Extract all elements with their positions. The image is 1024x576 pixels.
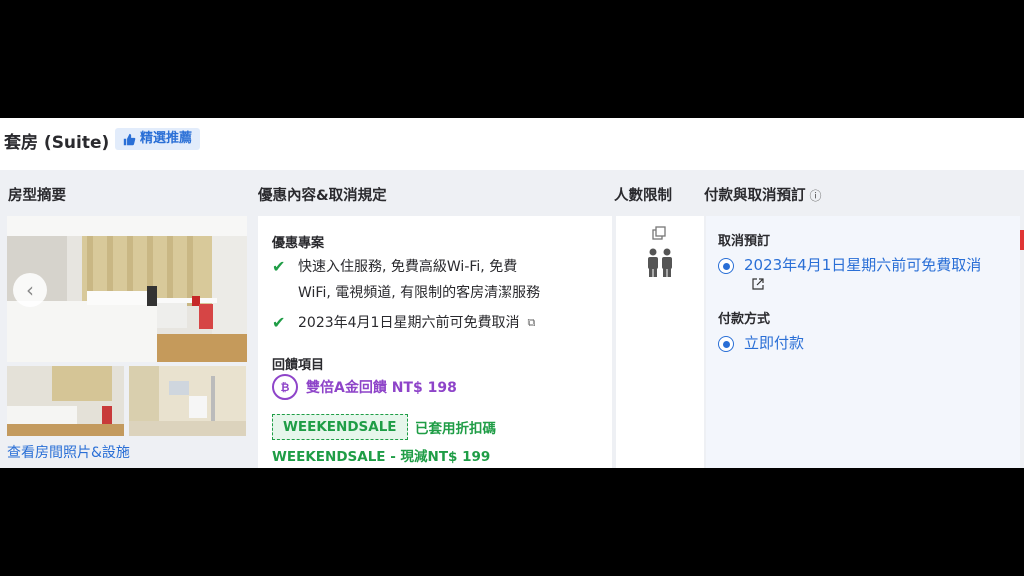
thumbs-up-icon	[123, 133, 136, 145]
external-link-icon[interactable]	[752, 278, 764, 290]
recommended-badge: 精選推薦	[115, 128, 201, 150]
external-link-icon[interactable]: ⧉	[527, 310, 535, 336]
room-gallery: ‹	[7, 216, 247, 436]
benefit-item-continued: WiFi, 電視頻道, 有限制的客房清潔服務	[298, 280, 540, 306]
checkmark-icon: ✔	[272, 313, 286, 332]
checkmark-icon: ✔	[272, 257, 286, 276]
two-people-icon	[648, 248, 672, 277]
benefit-item: ✔ 2023年4月1日星期六前可免費取消 ⧉	[272, 310, 535, 336]
badge-label: 精選推薦	[140, 131, 193, 146]
gallery-thumbnails	[7, 366, 247, 436]
promo-code-tag: WEEKENDSALE	[272, 414, 408, 440]
benefit-text: 快速入住服務, 免費高級Wi-Fi, 免費	[298, 259, 518, 275]
expand-icon[interactable]	[652, 226, 666, 240]
selected-radio-icon	[718, 336, 734, 352]
header-offer: 優惠內容&取消規定	[258, 188, 387, 204]
payment-method-text: 立即付款	[744, 334, 805, 352]
cancel-option-text: 2023年4月1日星期六前可免費取消	[744, 256, 982, 274]
header-payment-label: 付款與取消預訂	[704, 188, 806, 204]
cancel-section-label: 取消預訂	[718, 234, 771, 249]
room-main-photo[interactable]: ‹	[7, 216, 247, 362]
benefit-text: WiFi, 電視頻道, 有限制的客房清潔服務	[298, 285, 541, 301]
benefit-item: ✔ 快速入住服務, 免費高級Wi-Fi, 免費	[272, 254, 517, 280]
room-thumbnail-bedroom[interactable]	[7, 366, 124, 436]
reward-item: ₿ 雙倍A金回饋 NT$ 198	[272, 374, 457, 400]
payment-method-label: 付款方式	[718, 312, 771, 327]
room-title-row: 套房 (Suite) 精選推薦	[0, 118, 1024, 170]
chevron-left-icon: ‹	[26, 278, 34, 302]
room-card: 套房 (Suite) 精選推薦 房型摘要 優惠內容&取消規定 人數限制 付款與取…	[0, 118, 1024, 468]
rewards-section-label: 回饋項目	[272, 358, 325, 373]
offer-panel: 優惠專案 ✔ 快速入住服務, 免費高級Wi-Fi, 免費 WiFi, 電視頻道,…	[258, 216, 612, 468]
reward-text: 雙倍A金回饋 NT$ 198	[306, 380, 457, 396]
info-icon[interactable]: ⓘ	[810, 189, 822, 203]
promo-discount-text: WEEKENDSALE - 現減NT$ 199	[272, 449, 491, 465]
room-thumbnail-bathroom[interactable]	[129, 366, 246, 436]
gallery-prev-button[interactable]: ‹	[13, 273, 47, 307]
header-occupancy: 人數限制	[614, 188, 672, 204]
rate-table: 房型摘要 優惠內容&取消規定 人數限制 付款與取消預訂 ⓘ ‹ 查看房間照片&設…	[0, 170, 1024, 468]
header-payment: 付款與取消預訂 ⓘ	[704, 184, 822, 205]
view-photos-link[interactable]: 查看房間照片&設施	[7, 442, 130, 462]
coin-icon: ₿	[272, 374, 298, 400]
edge-indicator	[1020, 230, 1024, 250]
selected-radio-icon	[718, 258, 734, 274]
offer-section-label: 優惠專案	[272, 236, 325, 251]
payment-panel: 取消預訂 2023年4月1日星期六前可免費取消 付款方式 立即付款	[706, 216, 1020, 468]
promo-applied-text: 已套用折扣碼	[415, 421, 496, 437]
occupancy-panel	[616, 216, 704, 468]
payment-method-option[interactable]: 立即付款	[718, 332, 804, 354]
benefit-text: 2023年4月1日星期六前可免費取消	[298, 315, 520, 331]
cancel-option[interactable]: 2023年4月1日星期六前可免費取消	[718, 254, 981, 276]
room-title: 套房 (Suite)	[4, 133, 110, 153]
header-room-summary: 房型摘要	[8, 188, 66, 204]
